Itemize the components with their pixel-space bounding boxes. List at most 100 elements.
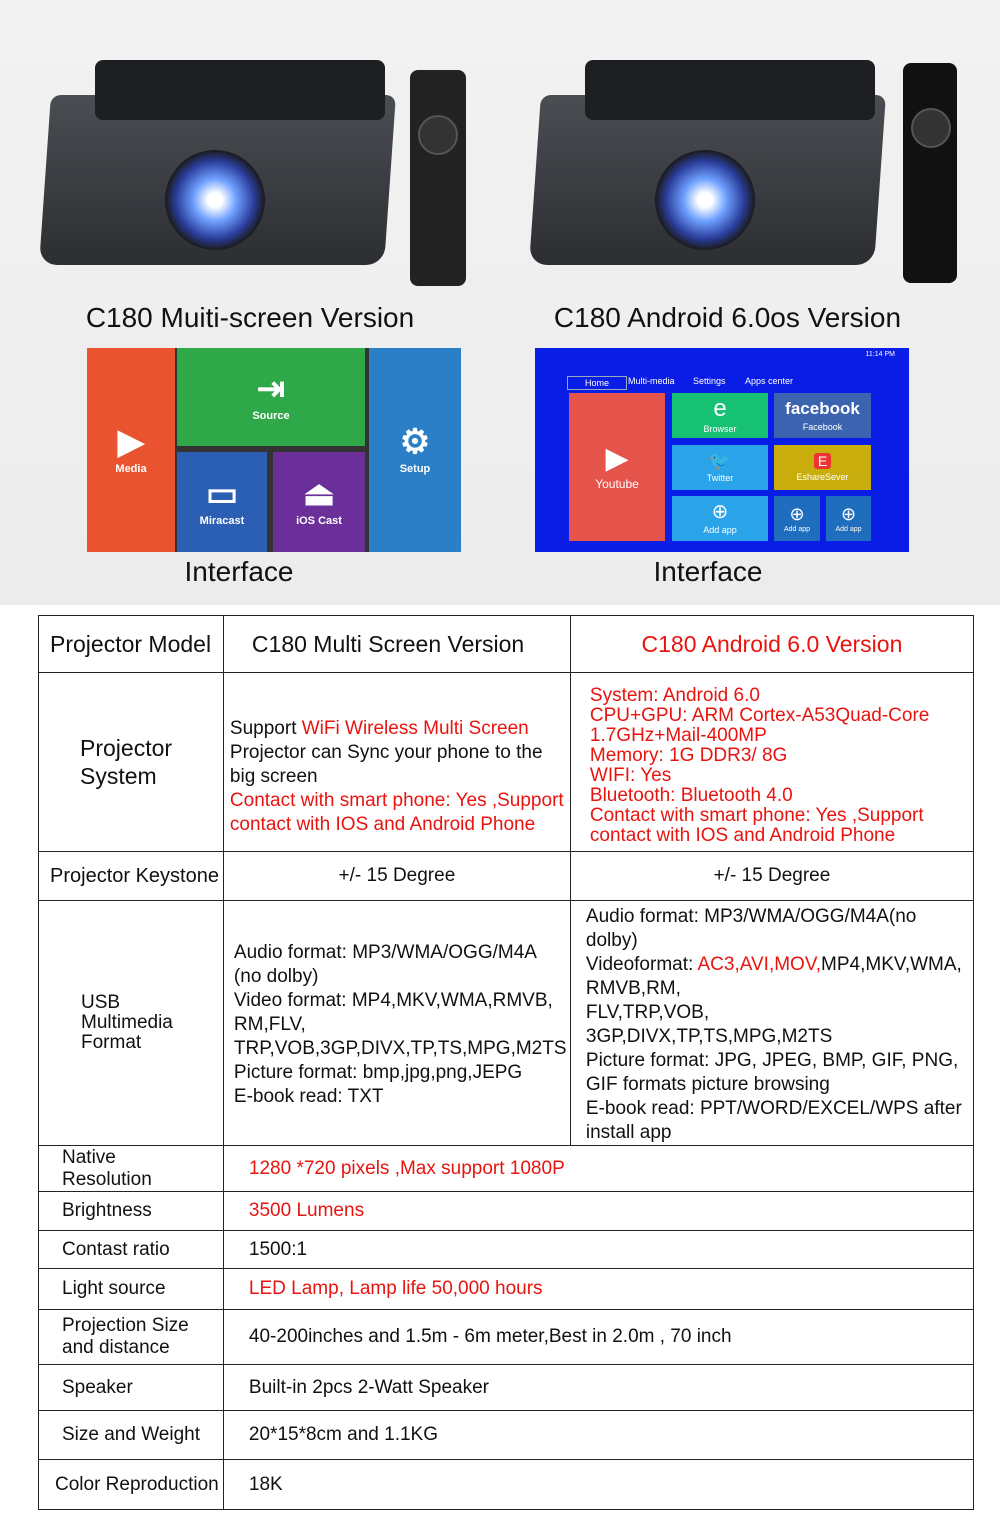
text-line: Contact with smart phone: Yes ,Support bbox=[590, 806, 973, 826]
text-segment: 3GP,DIVX,TP,TS,MPG,M2TS bbox=[585, 1026, 833, 1047]
gear-icon: ⚙ bbox=[399, 423, 431, 461]
text-segment: Video format: MP4,MKV,WMA,RMVB, bbox=[233, 990, 553, 1011]
text-segment: Projector can Sync your phone to the bbox=[229, 742, 543, 763]
text-line: install app bbox=[586, 1121, 973, 1145]
text-line: Picture format: JPG, JPEG, BMP, GIF, PNG… bbox=[586, 1049, 973, 1073]
tile-add-app: ⊕ Add app bbox=[774, 496, 820, 541]
row-label: Size and Weight bbox=[38, 1410, 224, 1460]
projector-image-multiscreen bbox=[39, 55, 396, 275]
row-label: Brightness bbox=[38, 1191, 224, 1231]
tab-multimedia: Multi-media bbox=[628, 376, 675, 386]
projector-image-android bbox=[529, 55, 886, 275]
header-label: Projector Model bbox=[38, 615, 224, 673]
text-segment: E-book read: TXT bbox=[233, 1086, 384, 1107]
text-line: E-book read: TXT bbox=[234, 1085, 570, 1109]
tile-esharesever: E EshareSever bbox=[774, 445, 871, 490]
text-segment: big screen bbox=[229, 766, 318, 787]
row-value: 40-200inches and 1.5m - 6m meter,Best in… bbox=[222, 1309, 975, 1365]
text-line: contact with IOS and Android Phone bbox=[590, 826, 973, 846]
text-line: big screen bbox=[230, 765, 570, 789]
row-value: Built-in 2pcs 2-Watt Speaker bbox=[222, 1364, 975, 1411]
table-row: Brightness 3500 Lumens bbox=[38, 1191, 975, 1231]
interface-caption-multiscreen: Interface bbox=[184, 556, 294, 587]
tile-label: Source bbox=[252, 410, 290, 422]
row-label: Projector System bbox=[38, 672, 224, 852]
interface-caption-android: Interface bbox=[653, 556, 763, 587]
text-line: RMVB,RM, bbox=[586, 977, 973, 1001]
tile-label: iOS Cast bbox=[296, 515, 342, 527]
highlight-text: Memory: 1G DDR3/ 8G bbox=[589, 745, 788, 766]
text-line: Bluetooth: Bluetooth 4.0 bbox=[590, 786, 973, 806]
text-line: FLV,TRP,VOB, bbox=[586, 1001, 973, 1025]
table-row: Size and Weight 20*15*8cm and 1.1KG bbox=[38, 1410, 975, 1460]
highlight-text: contact with IOS and Android Phone bbox=[589, 825, 896, 846]
text-segment: FLV,TRP,VOB, bbox=[585, 1002, 710, 1023]
airplay-icon: ⏏ bbox=[302, 475, 336, 513]
text-segment: install app bbox=[585, 1122, 672, 1143]
tab-home: Home bbox=[567, 376, 627, 390]
tile-miracast: ▭ Miracast bbox=[177, 452, 267, 552]
remote-image-voice bbox=[903, 63, 957, 283]
text-line: Projector can Sync your phone to the bbox=[230, 741, 570, 765]
text-line: Contact with smart phone: Yes ,Support bbox=[230, 789, 570, 813]
keystone-multi: +/- 15 Degree bbox=[222, 851, 571, 901]
tile-ios-cast: ⏏ iOS Cast bbox=[273, 452, 365, 552]
tile-label: EshareSever bbox=[796, 472, 849, 482]
plus-icon: ⊕ bbox=[789, 503, 805, 524]
row-label: Projection Size and distance bbox=[38, 1309, 224, 1365]
table-row: Light source LED Lamp, Lamp life 50,000 h… bbox=[38, 1268, 975, 1310]
twitter-icon: 🐦 bbox=[708, 451, 732, 471]
tile-label: Add app bbox=[835, 525, 862, 533]
row-value: 20*15*8cm and 1.1KG bbox=[222, 1410, 975, 1460]
table-row: Speaker Built-in 2pcs 2-Watt Speaker bbox=[38, 1364, 975, 1411]
youtube-icon: ▶ bbox=[605, 441, 629, 475]
text-segment: Videoformat: bbox=[585, 954, 698, 975]
tile-add-app: ⊕ Add app bbox=[672, 496, 768, 541]
miracast-icon: ▭ bbox=[205, 475, 239, 513]
table-row: Native Resolution 1280 *720 pixels ,Max s… bbox=[38, 1145, 975, 1192]
text-line: CPU+GPU: ARM Cortex-A53Quad-Core bbox=[590, 706, 973, 726]
text-line: GIF formats picture browsing bbox=[586, 1073, 973, 1097]
text-line: RM,FLV, bbox=[234, 1013, 570, 1037]
highlight-text: System: Android 6.0 bbox=[589, 685, 760, 706]
text-line: 1.7GHz+Mail-400MP bbox=[590, 726, 973, 746]
highlight-text: 1.7GHz+Mail-400MP bbox=[589, 725, 767, 746]
text-segment: Audio format: MP3/WMA/OGG/M4A bbox=[233, 942, 537, 963]
tile-youtube: ▶ Youtube bbox=[569, 393, 665, 541]
system-android-cell: System: Android 6.0 CPU+GPU: ARM Cortex-A… bbox=[569, 672, 975, 852]
browser-icon: e bbox=[713, 395, 727, 422]
row-value: 3500 Lumens bbox=[222, 1191, 975, 1231]
tile-label: Setup bbox=[399, 463, 431, 475]
tile-setup: ⚙ Setup bbox=[369, 348, 461, 552]
tile-media: ▶ Media bbox=[87, 348, 175, 552]
header-multi: C180 Multi Screen Version bbox=[222, 615, 571, 673]
table-row: Contast ratio 1500:1 bbox=[38, 1230, 975, 1269]
tile-label: Add app bbox=[703, 525, 737, 535]
highlight-text: contact with IOS and Android Phone bbox=[229, 814, 536, 835]
spec-table: Projector Model C180 Multi Screen Versio… bbox=[38, 615, 975, 1510]
text-segment: RMVB,RM, bbox=[585, 978, 681, 999]
source-icon: ⇥ bbox=[256, 370, 286, 408]
tile-label: Twitter bbox=[706, 473, 734, 483]
tile-add-app: ⊕ Add app bbox=[826, 496, 871, 541]
text-line: Support WiFi Wireless Multi Screen bbox=[230, 717, 570, 741]
table-row-usb: USB Multimedia Format Audio format: MP3/… bbox=[38, 900, 975, 1146]
system-multi-cell: Support WiFi Wireless Multi Screen Projec… bbox=[222, 672, 571, 852]
text-segment: Support bbox=[229, 718, 302, 739]
text-segment: (no dolby) bbox=[233, 966, 319, 987]
tab-apps-center: Apps center bbox=[745, 376, 794, 386]
table-row-keystone: Projector Keystone +/- 15 Degree +/- 15 … bbox=[38, 851, 975, 901]
multiscreen-interface: ▶ Media ⇥ Source ▭ Miracast ⏏ iOS Cast ⚙ Setu… bbox=[87, 348, 461, 552]
tile-browser: e Browser bbox=[672, 393, 768, 438]
tile-twitter: 🐦 Twitter bbox=[672, 445, 768, 490]
row-label: Contast ratio bbox=[38, 1230, 224, 1269]
caption-android: C180 Android 6.0os Version bbox=[553, 302, 902, 333]
tab-settings: Settings bbox=[693, 376, 726, 386]
text-line: (no dolby) bbox=[234, 965, 570, 989]
text-line: Videoformat: AC3,AVI,MOV,MP4,MKV,WMA, bbox=[586, 953, 973, 977]
plus-icon: ⊕ bbox=[840, 503, 857, 524]
tile-label: Add app bbox=[783, 525, 811, 533]
highlight-text: AC3,AVI,MOV, bbox=[697, 954, 822, 975]
header-android: C180 Android 6.0 Version bbox=[569, 615, 975, 673]
table-row-model: Projector Model C180 Multi Screen Versio… bbox=[38, 615, 975, 673]
